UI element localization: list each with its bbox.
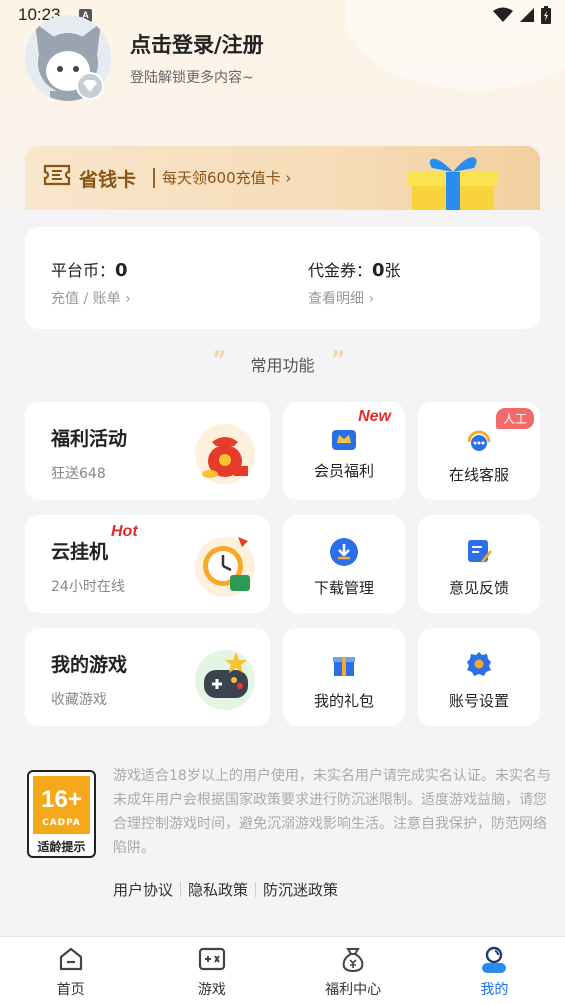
divider [255, 882, 257, 897]
tab-games[interactable]: 游戏 [141, 937, 282, 1004]
tab-label: 我的 [480, 982, 509, 998]
platform-coin: 平台币：0 [51, 260, 128, 281]
anti-addiction-notice: 游戏适合18岁以上的用户使用，未实名用户请完成实名认证。未实名与未成年用户会根据… [113, 768, 551, 856]
feature-welfare[interactable]: 福利活动 狂送648 [25, 402, 270, 500]
feature-account-settings[interactable]: 账号设置 [418, 628, 540, 726]
wifi-icon [493, 7, 513, 22]
user-agreement-link[interactable]: 用户协议 [113, 879, 173, 900]
recharge-bill-link[interactable]: 充值 / 账单 › [51, 288, 131, 308]
age-rating-caption: 适龄提示 [37, 840, 86, 854]
tab-mine[interactable]: 我的 [424, 937, 565, 1004]
feature-vip-welfare[interactable]: New 会员福利 [283, 402, 405, 500]
clock-24-icon [195, 537, 255, 597]
feature-title: 福利活动 [51, 428, 128, 450]
download-icon [330, 538, 358, 566]
ticket-icon [43, 164, 71, 186]
save-card-link[interactable]: 每天领600充值卡 › [162, 167, 291, 188]
tab-label: 首页 [56, 982, 85, 998]
battery-icon [541, 6, 551, 24]
feature-subtitle: 24小时在线 [51, 579, 125, 595]
feature-subtitle: 收藏游戏 [51, 692, 107, 708]
policy-links: 用户协议 隐私政策 防沉迷政策 [113, 879, 338, 900]
login-register-button[interactable]: 点击登录/注册 [130, 29, 264, 59]
tab-welfare-center[interactable]: 福利中心 [283, 937, 424, 1004]
feature-cloud-hangup[interactable]: 云挂机 Hot 24小时在线 [25, 515, 270, 613]
login-subtitle: 登陆解锁更多内容~ [130, 70, 254, 86]
crown-icon [332, 430, 356, 450]
diamond-icon [83, 80, 97, 92]
feature-label: 账号设置 [448, 692, 509, 710]
money-bag-icon [342, 948, 364, 973]
save-money-card[interactable]: 省钱卡 每天领600充值卡 › [25, 146, 540, 210]
feedback-edit-icon [468, 540, 492, 563]
gift-icon [333, 657, 355, 676]
user-profile-icon [482, 946, 507, 973]
quote-mark-right: ” [331, 348, 346, 373]
new-tag: New [358, 408, 391, 425]
gamepad-icon [195, 650, 255, 710]
feature-label: 我的礼包 [313, 692, 374, 710]
signal-icon [520, 8, 534, 22]
feature-online-service[interactable]: 人工 在线客服 [418, 402, 540, 500]
feature-label: 意见反馈 [448, 579, 509, 597]
balance-card: 平台币：0 充值 / 账单 › 代金券：0张 查看明细 › [25, 227, 540, 329]
feature-label: 下载管理 [313, 579, 374, 597]
section-title: 常用功能 [250, 356, 315, 375]
feature-my-gifts[interactable]: 我的礼包 [283, 628, 405, 726]
feature-title: 我的游戏 [51, 654, 128, 676]
gift-box-icon [408, 157, 498, 210]
human-tag: 人工 [495, 408, 534, 429]
feature-feedback[interactable]: 意见反馈 [418, 515, 540, 613]
gear-icon [467, 652, 491, 676]
save-card-title: 省钱卡 [79, 169, 137, 191]
feature-subtitle: 狂送648 [51, 466, 106, 482]
divider [153, 168, 155, 188]
age-rating-badge: 16+ CADPA 适龄提示 [27, 770, 96, 858]
feature-my-games[interactable]: 我的游戏 收藏游戏 [25, 628, 270, 726]
age-rating-org: CADPA [42, 818, 81, 828]
tab-label: 福利中心 [325, 982, 382, 998]
feature-download-manager[interactable]: 下载管理 [283, 515, 405, 613]
headset-icon [467, 430, 491, 451]
hot-tag: Hot [111, 523, 138, 540]
age-rating-block: 16+ CADPA [33, 776, 90, 834]
feature-title: 云挂机 [51, 541, 109, 563]
anti-addiction-policy-link[interactable]: 防沉迷政策 [263, 879, 338, 900]
voucher-detail-link[interactable]: 查看明细 › [308, 288, 374, 308]
feature-label: 会员福利 [313, 462, 374, 480]
tab-home[interactable]: 首页 [0, 937, 141, 1004]
money-bag-icon [195, 424, 255, 484]
privacy-policy-link[interactable]: 隐私政策 [188, 879, 248, 900]
voucher: 代金券：0张 [308, 260, 401, 281]
bottom-tab-bar: 首页 游戏 福利中心 我的 [0, 936, 565, 1004]
level-badge [76, 72, 104, 100]
divider [180, 882, 182, 897]
tab-label: 游戏 [197, 982, 226, 998]
age-rating-number: 16+ [41, 786, 82, 813]
home-icon [59, 947, 82, 971]
feature-label: 在线客服 [448, 466, 509, 484]
game-screen-icon [198, 947, 225, 971]
